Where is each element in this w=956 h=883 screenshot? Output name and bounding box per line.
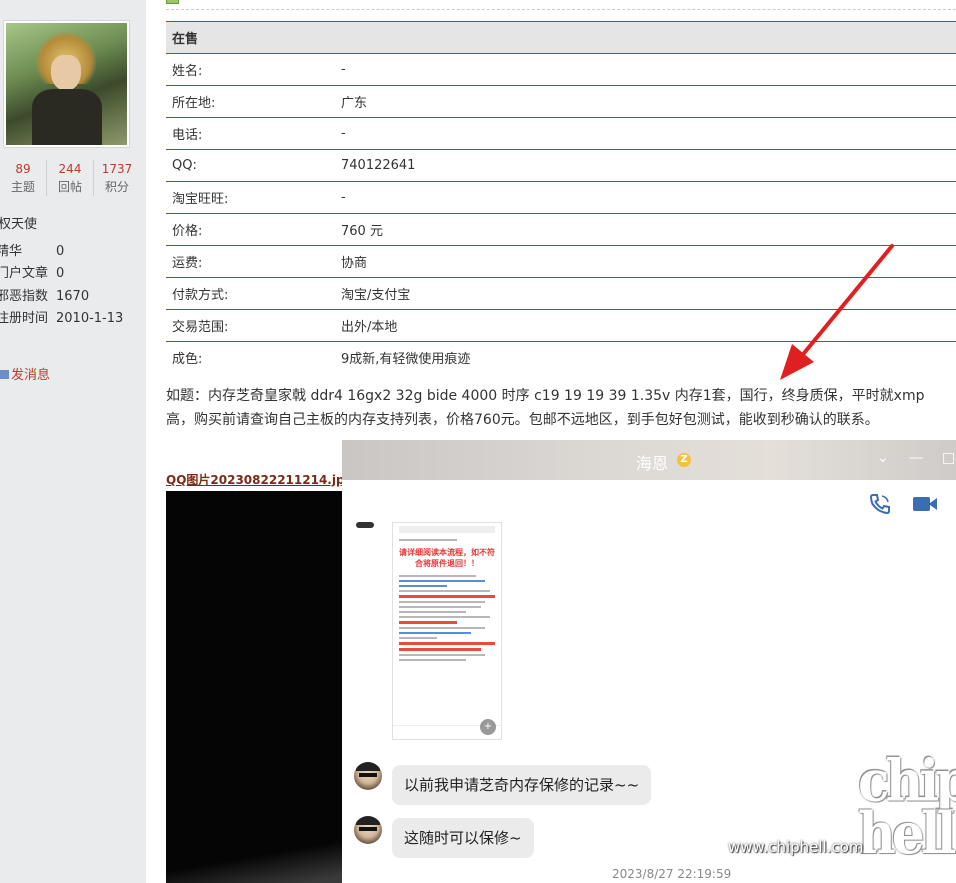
stat-threads[interactable]: 89 主题 xyxy=(0,160,47,196)
attachment-image[interactable] xyxy=(166,491,346,883)
message-timestamp: 2023/8/27 22:19:59 xyxy=(612,867,732,881)
user-stats: 89 主题 244 回帖 1737 积分 xyxy=(0,160,140,196)
maximize-icon[interactable]: □ xyxy=(942,450,955,466)
message-icon xyxy=(0,370,9,379)
stat-replies[interactable]: 244 回帖 xyxy=(47,160,94,196)
table-row: 姓名: - xyxy=(166,54,956,86)
table-row: QQ: 740122641 xyxy=(166,150,956,182)
user-avatar[interactable] xyxy=(3,20,130,148)
chat-title-bar[interactable]: 海恩 Z ⌄ — □ xyxy=(342,440,956,480)
previous-row xyxy=(166,0,956,10)
sender-avatar-small[interactable] xyxy=(356,522,374,528)
stat-points[interactable]: 1737 积分 xyxy=(94,160,140,196)
user-sidebar: 89 主题 244 回帖 1737 积分 权天使 精华 0 门户文章 0 邪恶指数 1… xyxy=(0,0,146,883)
watermark-url: www.chiphell.com xyxy=(728,838,864,856)
post-description: 如题：内存芝奇皇家戟 ddr4 16gx2 32g bide 4000 时序 c… xyxy=(166,388,925,428)
table-row: 电话: - xyxy=(166,118,956,150)
checkbox-icon xyxy=(166,0,179,4)
send-message-link[interactable]: 发消息 xyxy=(0,364,50,383)
chat-message-bubble[interactable]: 以前我申请芝奇内存保修的记录~~ xyxy=(392,765,652,805)
table-row: 所在地: 广东 xyxy=(166,86,956,118)
vip-badge-icon: Z xyxy=(677,453,691,467)
avatar-image xyxy=(6,23,127,145)
red-arrow-annotation xyxy=(780,244,894,380)
sender-avatar[interactable] xyxy=(354,762,382,790)
user-rank: 权天使 xyxy=(0,217,38,232)
info-row-articles: 门户文章 0 xyxy=(0,266,65,281)
chiphell-logo: chiphell xyxy=(858,747,956,868)
voice-call-icon[interactable] xyxy=(868,492,892,522)
minimize-icon[interactable]: — xyxy=(909,450,923,466)
chevron-down-icon[interactable]: ⌄ xyxy=(877,450,889,466)
chat-image-screenshot[interactable]: 请详细阅读本流程，如不符合将原件退回！！ xyxy=(392,522,502,740)
contact-name: 海恩 xyxy=(636,454,669,473)
info-row-digest: 精华 0 xyxy=(0,244,65,259)
attachment-image-link[interactable]: QQ图片20230822211214.jpg xyxy=(166,471,353,488)
video-call-icon[interactable] xyxy=(912,492,938,522)
section-title: 在售 xyxy=(172,32,199,47)
table-header: 在售 xyxy=(166,21,956,54)
info-row-register-date: 注册时间 2010-1-13 xyxy=(0,311,124,326)
table-row: 淘宝旺旺: - xyxy=(166,182,956,214)
chat-message-bubble[interactable]: 这随时可以保修~ xyxy=(392,818,534,858)
chiphell-watermark: chiphell www.chiphell.com xyxy=(728,752,956,870)
sender-avatar[interactable] xyxy=(354,816,382,844)
info-row-evil-index: 邪恶指数 1670 xyxy=(0,289,90,304)
zoom-icon[interactable]: + xyxy=(480,719,496,735)
